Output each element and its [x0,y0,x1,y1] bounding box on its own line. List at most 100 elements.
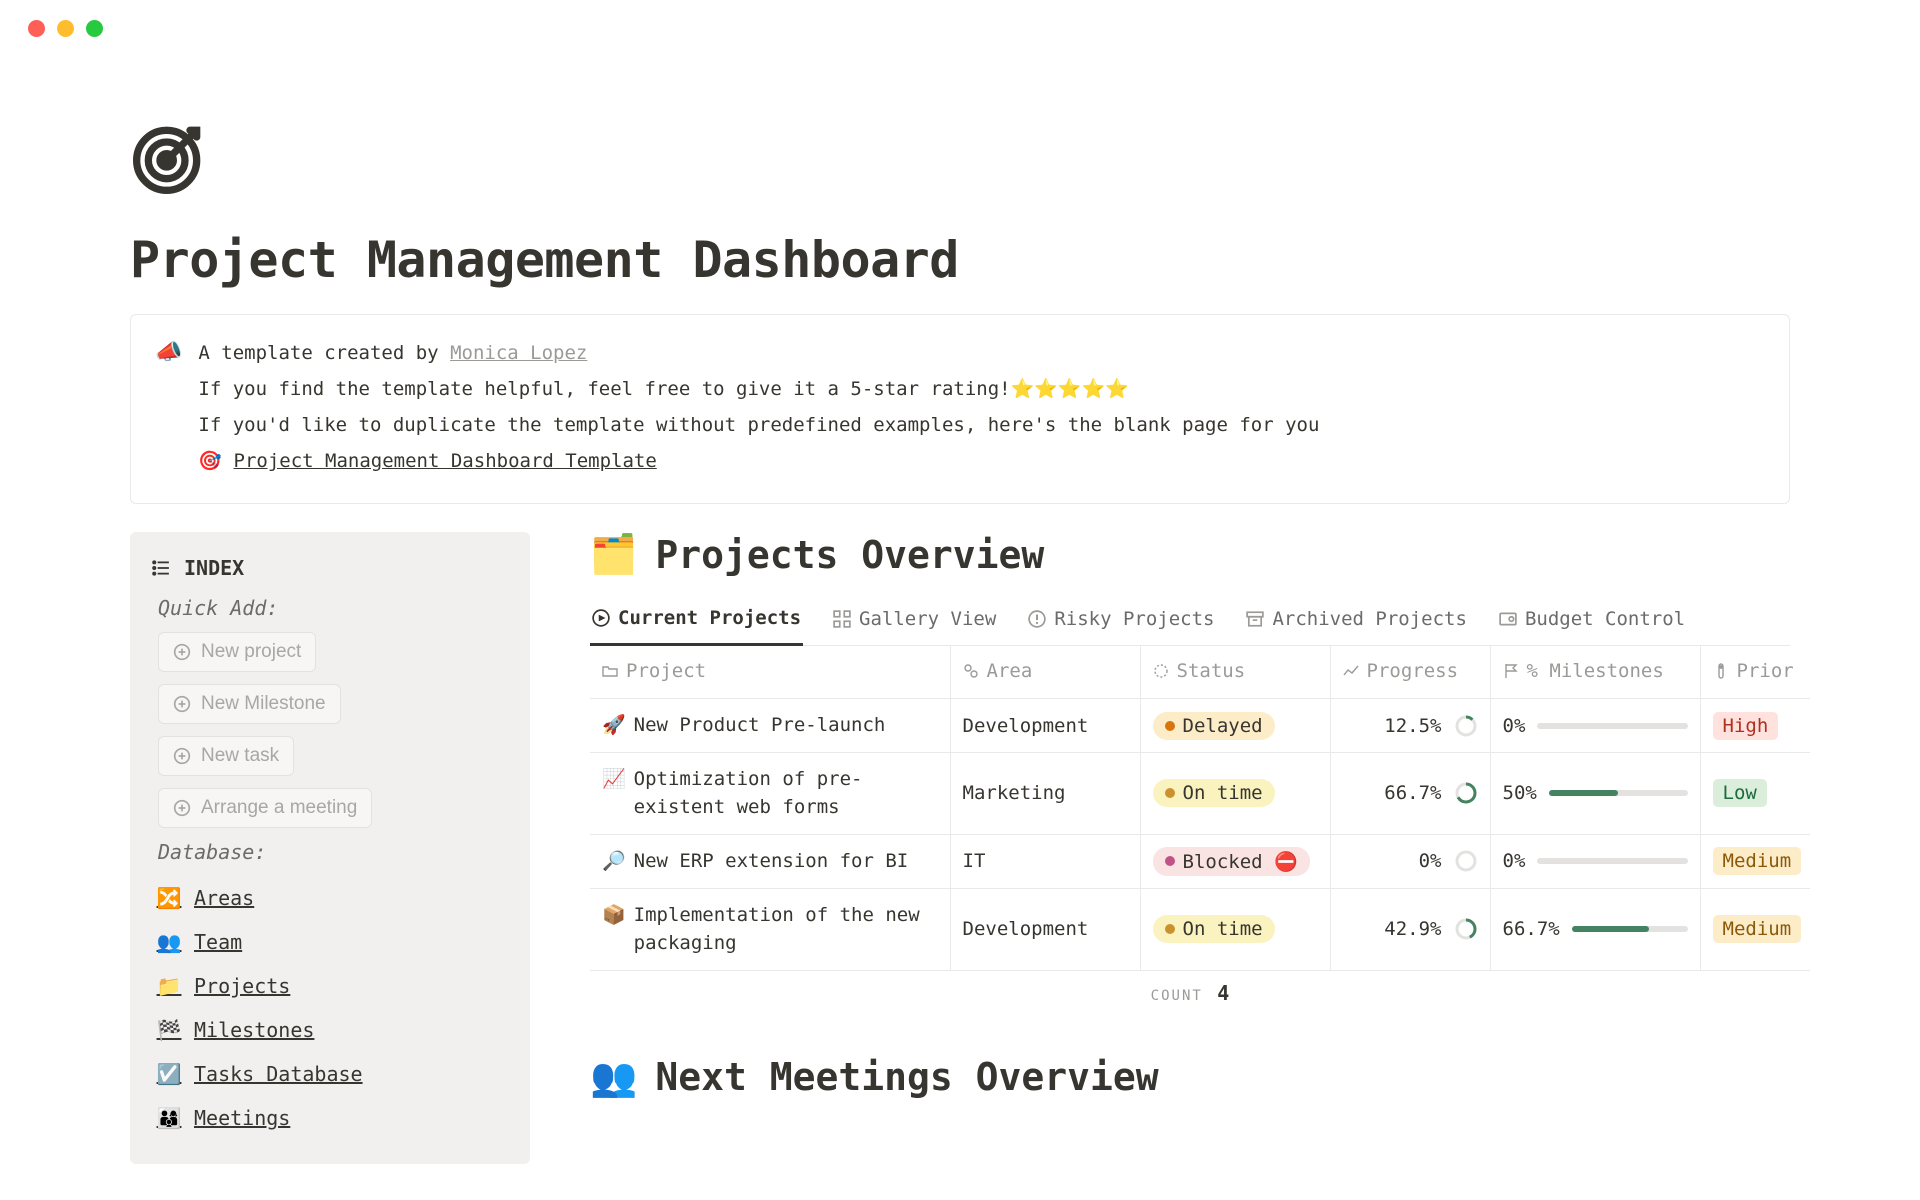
callout-text: If you find the template helpful, feel f… [198,371,1319,407]
col-milestones[interactable]: % Milestones [1527,660,1664,682]
col-status[interactable]: Status [1177,660,1246,682]
arrange-meeting-button[interactable]: Arrange a meeting [158,788,372,828]
alert-icon [1028,610,1046,628]
progress-value: 0% [1419,850,1442,872]
milestones-bar [1572,926,1688,932]
priority-badge: High [1713,712,1779,740]
priority-icon [1713,663,1729,679]
project-name: Implementation of the new packaging [634,901,938,958]
maximize-window-icon[interactable] [86,20,103,37]
chart-icon [1343,663,1359,679]
tasks-link[interactable]: ☑️Tasks Database [152,1052,508,1096]
target-icon: 🎯 [198,450,222,472]
table-row[interactable]: 🚀New Product Pre-launch Development Dela… [590,699,1810,753]
folder-icon: 📁 [158,974,180,998]
status-badge: Blocked ⛔ [1153,847,1310,876]
play-circle-icon [592,609,610,627]
status-icon [1153,663,1169,679]
area-value: Development [963,918,1089,940]
project-name: New ERP extension for BI [634,847,909,876]
area-value: Development [963,715,1089,737]
project-emoji: 📦 [602,901,626,930]
project-emoji: 📈 [602,765,626,794]
status-badge: Delayed [1153,712,1275,740]
areas-icon: 🔀 [158,886,180,910]
count-label: COUNT [1151,988,1203,1004]
areas-link[interactable]: 🔀Areas [152,876,508,920]
page-title: Project Management Dashboard [130,231,1790,289]
budget-icon [1499,610,1517,628]
tab-archived-projects[interactable]: Archived Projects [1244,607,1468,645]
meetings-icon: 👨‍👩‍👦 [158,1106,180,1130]
callout-box: 📣 A template created by Monica Lopez If … [130,314,1790,504]
col-area[interactable]: Area [987,660,1033,682]
list-icon [152,559,170,577]
new-milestone-button[interactable]: New Milestone [158,684,341,724]
count-value: 4 [1217,981,1229,1005]
area-value: Marketing [963,782,1066,804]
priority-badge: Medium [1713,847,1802,875]
col-project[interactable]: Project [626,660,706,682]
template-link[interactable]: Project Management Dashboard Template [234,443,657,479]
progress-value: 12.5% [1384,715,1441,737]
flag-icon: 🏁 [158,1018,180,1042]
quick-add-label: Quick Add: [152,596,508,620]
milestones-value: 66.7% [1503,918,1560,940]
plus-circle-icon [173,747,191,765]
col-priority[interactable]: Prior [1737,660,1794,682]
milestones-bar [1549,790,1688,796]
tab-current-projects[interactable]: Current Projects [590,607,803,646]
progress-ring [1454,849,1478,873]
folder-icon [602,663,618,679]
milestones-link[interactable]: 🏁Milestones [152,1008,508,1052]
close-window-icon[interactable] [28,20,45,37]
status-badge: On time [1153,915,1275,943]
progress-ring [1454,781,1478,805]
view-tabs: Current Projects Gallery View Risky Proj… [590,607,1790,646]
projects-table: Project Area Status Progress % Milestone… [590,646,1810,971]
projects-link[interactable]: 📁Projects [152,964,508,1008]
new-project-button[interactable]: New project [158,632,316,672]
priority-badge: Low [1713,779,1767,807]
checklist-icon: ☑️ [158,1062,180,1086]
tab-gallery-view[interactable]: Gallery View [831,607,998,645]
table-row[interactable]: 📦 Implementation of the new packaging Dev… [590,888,1810,970]
area-icon [963,663,979,679]
next-meetings-title: Next Meetings Overview [655,1055,1158,1099]
area-value: IT [963,850,986,872]
team-icon: 👥 [158,930,180,954]
priority-badge: Medium [1713,915,1802,943]
project-name: Optimization of pre-existent web forms [634,765,938,822]
project-emoji: 🔎 [602,847,626,876]
index-sidebar: INDEX Quick Add: New project New Milesto… [130,532,530,1164]
target-icon [130,117,210,197]
tab-budget-control[interactable]: Budget Control [1497,607,1687,645]
progress-ring [1454,917,1478,941]
index-title: INDEX [184,556,244,580]
col-progress[interactable]: Progress [1367,660,1459,682]
milestones-bar [1537,723,1687,729]
milestones-value: 0% [1503,715,1526,737]
milestones-value: 50% [1503,782,1537,804]
team-link[interactable]: 👥Team [152,920,508,964]
grid-icon [833,610,851,628]
progress-value: 66.7% [1384,782,1441,804]
author-link[interactable]: Monica Lopez [450,342,587,364]
tab-risky-projects[interactable]: Risky Projects [1026,607,1216,645]
flag-icon [1503,663,1519,679]
plus-circle-icon [173,643,191,661]
megaphone-icon: 📣 [155,335,182,479]
minimize-window-icon[interactable] [57,20,74,37]
projects-overview-title: Projects Overview [655,533,1044,577]
progress-value: 42.9% [1384,918,1441,940]
callout-text: A template created by [198,342,450,364]
project-emoji: 🚀 [602,711,626,740]
milestones-value: 0% [1503,850,1526,872]
table-row[interactable]: 🔎 New ERP extension for BI IT Blocked ⛔ 0… [590,834,1810,888]
table-row[interactable]: 📈Optimization of pre-existent web forms … [590,752,1810,834]
plus-circle-icon [173,695,191,713]
milestones-bar [1537,858,1687,864]
progress-ring [1454,714,1478,738]
meetings-link[interactable]: 👨‍👩‍👦Meetings [152,1096,508,1140]
new-task-button[interactable]: New task [158,736,294,776]
